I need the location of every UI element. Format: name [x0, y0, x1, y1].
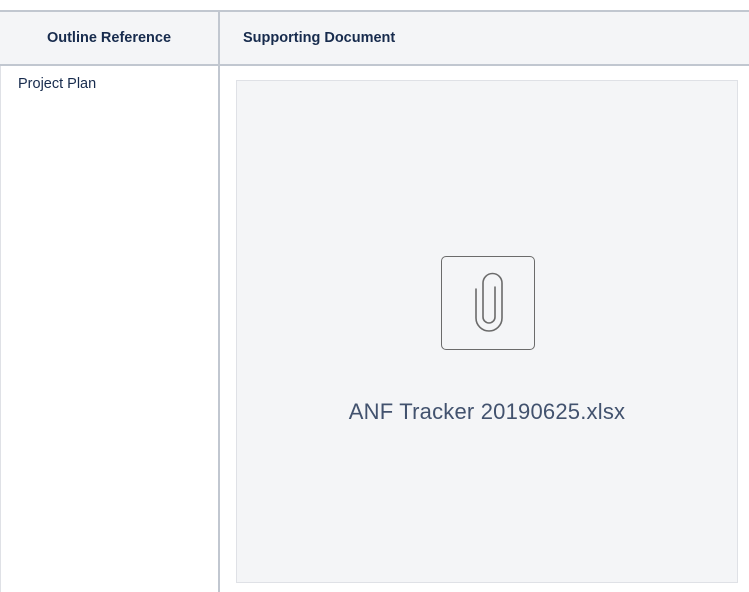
attachment-file-name[interactable]: ANF Tracker 20190625.xlsx: [237, 399, 737, 425]
paperclip-icon: [441, 256, 535, 350]
table-header-row: Outline Reference Supporting Document: [0, 10, 749, 66]
column-divider: [218, 10, 220, 592]
header-supporting-document: Supporting Document: [243, 30, 396, 46]
table-left-border: [0, 10, 1, 592]
document-table: Outline Reference Supporting Document Pr…: [0, 10, 749, 592]
attachment-preview[interactable]: ANF Tracker 20190625.xlsx: [236, 80, 738, 583]
header-outline-reference: Outline Reference: [46, 30, 172, 46]
outline-reference-cell: Project Plan: [18, 76, 97, 92]
